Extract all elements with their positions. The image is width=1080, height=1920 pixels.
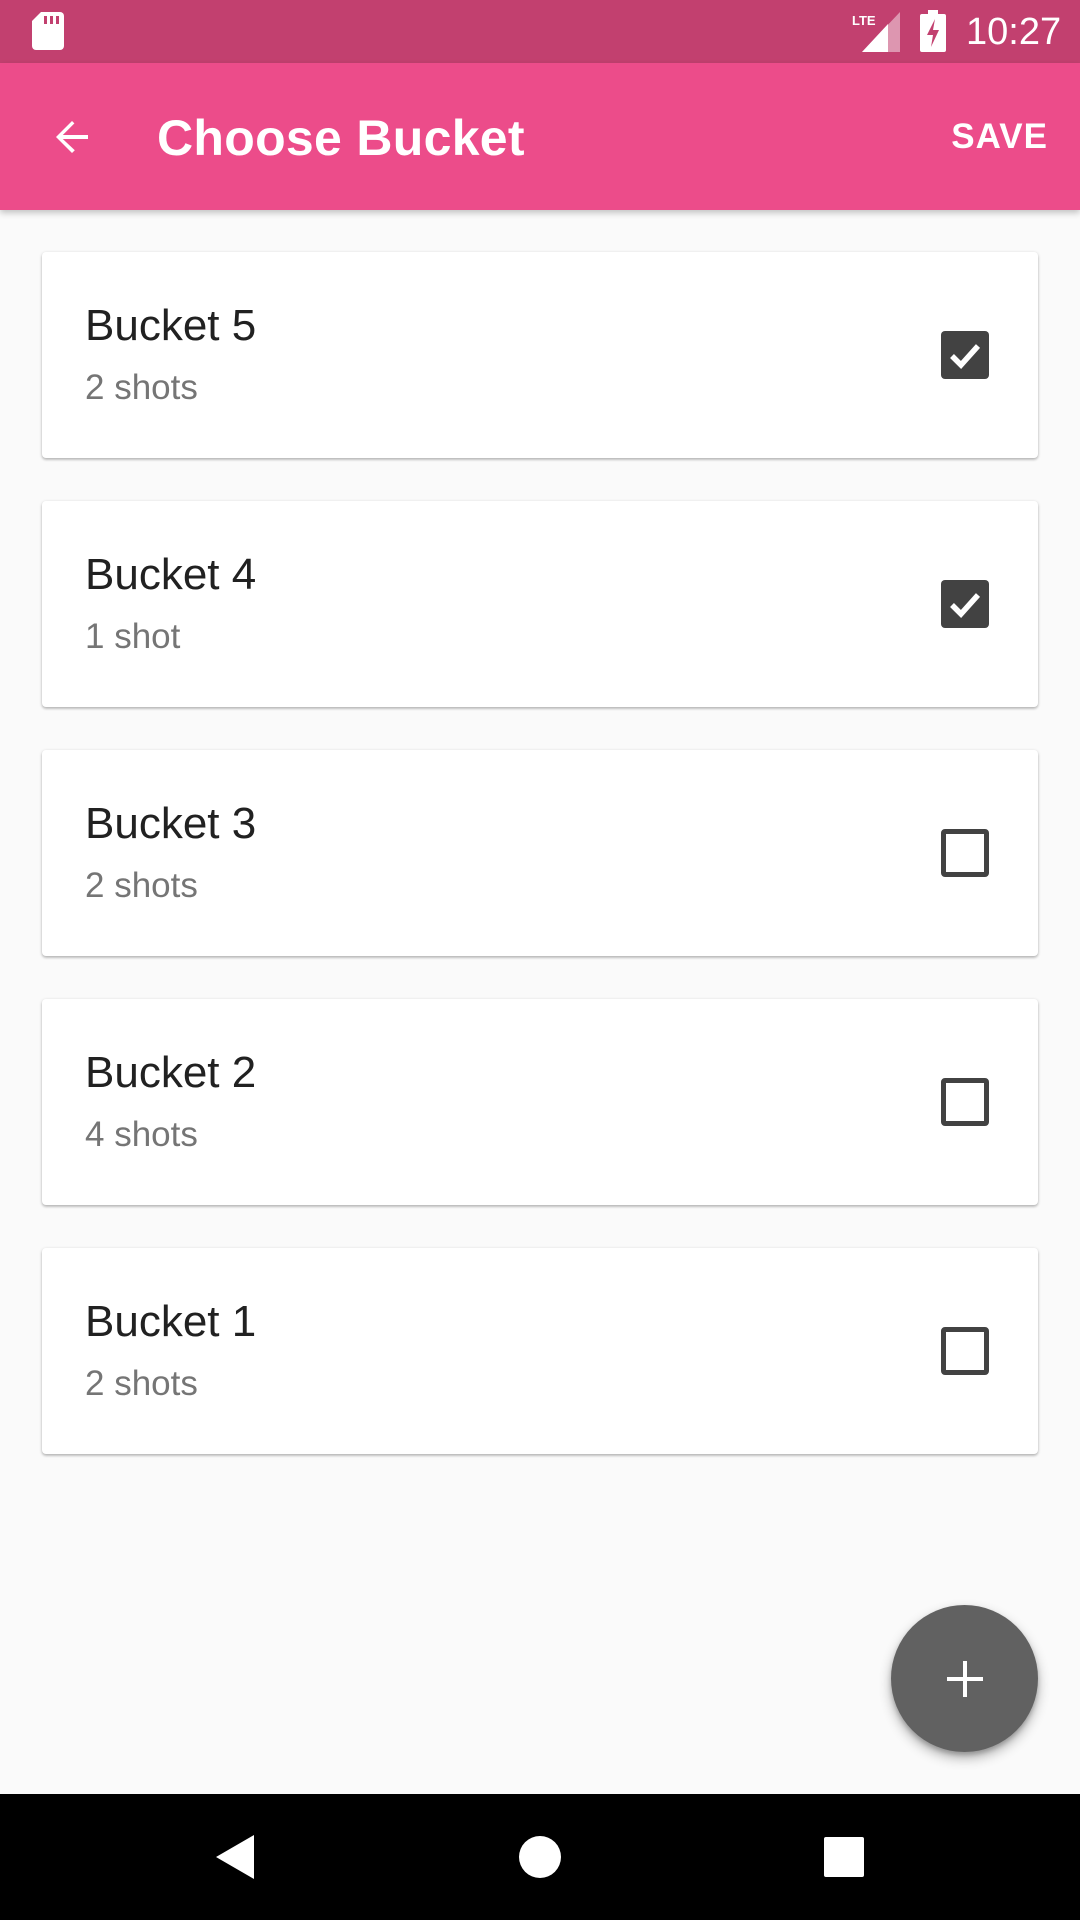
bucket-shot-count: 4 shots — [85, 1115, 198, 1154]
bucket-shot-count: 1 shot — [85, 617, 181, 656]
check-icon — [950, 344, 981, 370]
bucket-shot-count: 2 shots — [85, 1364, 198, 1403]
bucket-card-2[interactable]: Bucket 2 4 shots — [42, 999, 1038, 1205]
plus-icon — [946, 1660, 983, 1697]
bucket-name: Bucket 1 — [85, 1297, 257, 1346]
save-button[interactable]: SAVE — [951, 113, 1048, 161]
nav-back-button[interactable] — [196, 1817, 276, 1897]
bucket-name: Bucket 2 — [85, 1048, 257, 1097]
bucket-card-4[interactable]: Bucket 4 1 shot — [42, 501, 1038, 707]
lte-signal-icon: LTE — [852, 12, 900, 52]
bucket-checkbox[interactable] — [941, 580, 989, 628]
bucket-shot-count: 2 shots — [85, 866, 198, 905]
network-label: LTE — [852, 13, 876, 28]
bucket-card-1[interactable]: Bucket 1 2 shots — [42, 1248, 1038, 1454]
check-icon — [950, 593, 981, 619]
back-triangle-icon — [216, 1835, 254, 1879]
bucket-name: Bucket 3 — [85, 799, 257, 848]
bucket-name: Bucket 5 — [85, 301, 257, 350]
bucket-name: Bucket 4 — [85, 550, 257, 599]
recents-square-icon — [824, 1837, 864, 1877]
arrow-back-icon — [56, 121, 88, 153]
bucket-card-3[interactable]: Bucket 3 2 shots — [42, 750, 1038, 956]
status-bar: LTE 10:27 — [0, 0, 1080, 63]
nav-home-button[interactable] — [500, 1817, 580, 1897]
page-title: Choose Bucket — [157, 110, 525, 166]
bucket-checkbox[interactable] — [941, 1078, 989, 1126]
add-bucket-button[interactable] — [891, 1605, 1038, 1752]
system-nav-bar — [0, 1794, 1080, 1920]
status-clock: 10:27 — [966, 11, 1062, 53]
battery-charging-icon — [920, 10, 946, 52]
nav-recents-button[interactable] — [804, 1817, 884, 1897]
bucket-checkbox[interactable] — [941, 331, 989, 379]
bucket-checkbox[interactable] — [941, 1327, 989, 1375]
bucket-checkbox[interactable] — [941, 829, 989, 877]
app-bar: Choose Bucket SAVE — [0, 63, 1080, 210]
back-button[interactable] — [34, 99, 110, 175]
bucket-shot-count: 2 shots — [85, 368, 198, 407]
home-circle-icon — [519, 1836, 561, 1878]
sd-card-icon — [32, 12, 64, 50]
bucket-card-5[interactable]: Bucket 5 2 shots — [42, 252, 1038, 458]
